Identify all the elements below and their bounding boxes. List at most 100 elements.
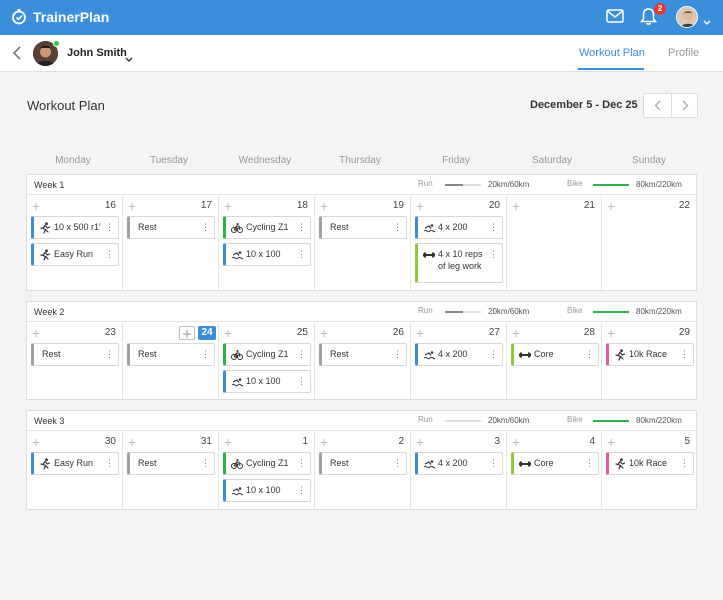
brand[interactable]: TrainerPlan — [11, 8, 109, 25]
more-options-icon[interactable]: ⋮ — [393, 349, 402, 360]
client-name[interactable]: John Smith — [67, 47, 127, 59]
add-workout-icon[interactable]: + — [32, 326, 40, 340]
back-arrow-icon[interactable] — [12, 46, 22, 65]
more-options-icon[interactable]: ⋮ — [489, 249, 498, 260]
more-options-icon[interactable]: ⋮ — [105, 222, 114, 233]
day-cell: +18 Cycling Z1 ⋮ 10 x 100 ⋮ — [219, 196, 315, 290]
more-options-icon[interactable]: ⋮ — [489, 349, 498, 360]
workout-card[interactable]: 4 x 200 ⋮ — [415, 452, 503, 475]
workout-card[interactable]: 10 x 100 ⋮ — [223, 479, 311, 502]
more-options-icon[interactable]: ⋮ — [680, 349, 689, 360]
day-cell: +2 Rest ⋮ — [315, 432, 411, 509]
sub-nav: John Smith Workout Plan Profile — [0, 35, 723, 72]
add-workout-icon[interactable]: + — [607, 435, 615, 449]
workout-card[interactable]: 4 x 200 ⋮ — [415, 216, 503, 239]
more-options-icon[interactable]: ⋮ — [297, 222, 306, 233]
add-workout-icon[interactable]: + — [416, 199, 424, 213]
workout-title: 4 x 200 — [438, 458, 468, 468]
chevron-down-icon[interactable] — [703, 13, 711, 31]
more-options-icon[interactable]: ⋮ — [585, 349, 594, 360]
add-workout-icon[interactable]: + — [128, 199, 136, 213]
tab-workout-plan[interactable]: Workout Plan — [579, 47, 645, 59]
workout-card[interactable]: Rest ⋮ — [31, 343, 119, 366]
more-options-icon[interactable]: ⋮ — [297, 485, 306, 496]
page-title: Workout Plan — [27, 98, 105, 113]
add-workout-button[interactable] — [179, 326, 195, 340]
workout-card[interactable]: Easy Run ⋮ — [31, 452, 119, 475]
add-workout-icon[interactable]: + — [320, 199, 328, 213]
previous-button[interactable] — [644, 94, 671, 117]
more-options-icon[interactable]: ⋮ — [297, 349, 306, 360]
add-workout-icon[interactable]: + — [32, 435, 40, 449]
workout-card[interactable]: Core ⋮ — [511, 452, 599, 475]
workout-card[interactable]: 10k Race ⋮ — [606, 452, 694, 475]
swimming-icon — [423, 351, 435, 360]
add-workout-icon[interactable]: + — [607, 199, 615, 213]
workout-card[interactable]: Rest ⋮ — [319, 343, 407, 366]
workout-card[interactable]: Rest ⋮ — [319, 216, 407, 239]
workout-card[interactable]: 10k Race ⋮ — [606, 343, 694, 366]
day-cell: +28 Core ⋮ — [507, 323, 602, 399]
tab-profile[interactable]: Profile — [668, 47, 699, 59]
day-cell: +31 Rest ⋮ — [123, 432, 219, 509]
workout-card[interactable]: Easy Run ⋮ — [31, 243, 119, 266]
run-stat-label: Run — [418, 179, 433, 188]
more-options-icon[interactable]: ⋮ — [297, 458, 306, 469]
chevron-down-icon[interactable] — [125, 50, 133, 68]
more-options-icon[interactable]: ⋮ — [201, 222, 210, 233]
more-options-icon[interactable]: ⋮ — [201, 349, 210, 360]
more-options-icon[interactable]: ⋮ — [297, 376, 306, 387]
more-options-icon[interactable]: ⋮ — [489, 222, 498, 233]
add-workout-icon[interactable]: + — [224, 326, 232, 340]
add-workout-icon[interactable]: + — [512, 435, 520, 449]
add-workout-icon[interactable]: + — [607, 326, 615, 340]
mail-icon[interactable] — [606, 9, 624, 28]
account-avatar[interactable] — [676, 6, 698, 28]
workout-card[interactable]: Cycling Z1 ⋮ — [223, 452, 311, 475]
add-workout-icon[interactable]: + — [512, 199, 520, 213]
workout-card[interactable]: 10 x 100 ⋮ — [223, 370, 311, 393]
add-workout-icon[interactable]: + — [224, 435, 232, 449]
date-number: 17 — [200, 200, 212, 211]
workout-title: 10k Race — [629, 349, 668, 359]
workout-card[interactable]: Cycling Z1 ⋮ — [223, 343, 311, 366]
add-workout-icon[interactable]: + — [320, 326, 328, 340]
workout-card[interactable]: Rest ⋮ — [127, 343, 215, 366]
date-number: 25 — [296, 327, 308, 338]
add-workout-icon[interactable]: + — [416, 435, 424, 449]
more-options-icon[interactable]: ⋮ — [105, 349, 114, 360]
workout-card[interactable]: Cycling Z1 ⋮ — [223, 216, 311, 239]
workout-card[interactable]: 4 x 10 reps of leg work ⋮ — [415, 243, 503, 283]
more-options-icon[interactable]: ⋮ — [393, 222, 402, 233]
more-options-icon[interactable]: ⋮ — [585, 458, 594, 469]
workout-title: Core — [534, 458, 554, 468]
workout-card[interactable]: 10 x 500 r1' ⋮ — [31, 216, 119, 239]
add-workout-icon[interactable]: + — [224, 199, 232, 213]
chevron-left-icon — [654, 100, 661, 111]
workout-card[interactable]: 10 x 100 ⋮ — [223, 243, 311, 266]
workout-card[interactable]: Rest ⋮ — [319, 452, 407, 475]
add-workout-icon[interactable]: + — [128, 435, 136, 449]
more-options-icon[interactable]: ⋮ — [201, 458, 210, 469]
more-options-icon[interactable]: ⋮ — [105, 249, 114, 260]
workout-card[interactable]: Rest ⋮ — [127, 452, 215, 475]
more-options-icon[interactable]: ⋮ — [680, 458, 689, 469]
add-workout-icon[interactable]: + — [512, 326, 520, 340]
bike-progress-bar — [593, 184, 629, 186]
add-workout-icon[interactable]: + — [320, 435, 328, 449]
more-options-icon[interactable]: ⋮ — [393, 458, 402, 469]
workout-title: Core — [534, 349, 554, 359]
add-workout-icon[interactable]: + — [32, 199, 40, 213]
more-options-icon[interactable]: ⋮ — [489, 458, 498, 469]
bike-progress-fill — [593, 184, 629, 186]
workout-title: 10 x 500 r1' — [54, 222, 101, 232]
more-options-icon[interactable]: ⋮ — [297, 249, 306, 260]
workout-card[interactable]: 4 x 200 ⋮ — [415, 343, 503, 366]
workout-card[interactable]: Core ⋮ — [511, 343, 599, 366]
add-workout-icon[interactable]: + — [416, 326, 424, 340]
plus-icon — [183, 330, 191, 338]
next-button[interactable] — [672, 94, 699, 117]
more-options-icon[interactable]: ⋮ — [105, 458, 114, 469]
brand-name: TrainerPlan — [33, 8, 110, 25]
workout-card[interactable]: Rest ⋮ — [127, 216, 215, 239]
